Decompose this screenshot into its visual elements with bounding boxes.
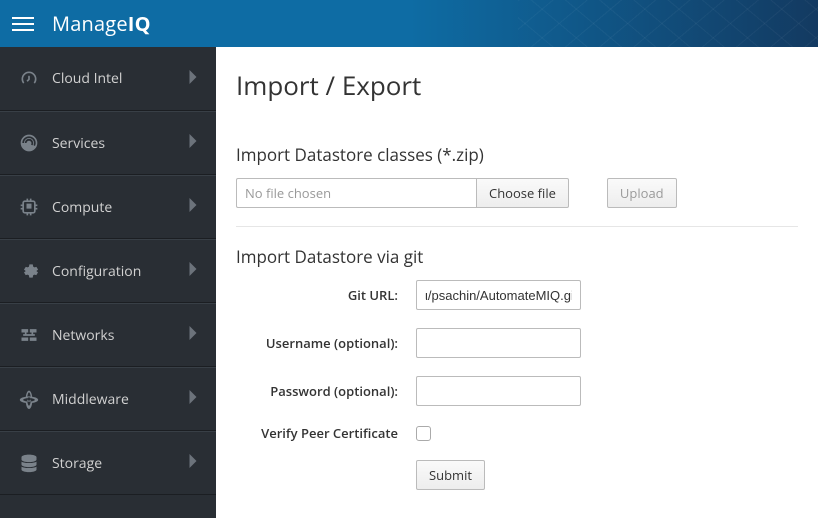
sidebar-item-label: Middleware bbox=[52, 390, 188, 409]
upload-button[interactable]: Upload bbox=[607, 178, 677, 208]
submit-button[interactable]: Submit bbox=[416, 460, 485, 490]
file-picker: No file chosen Choose file bbox=[236, 178, 569, 208]
main-content: Import / Export Import Datastore classes… bbox=[216, 47, 818, 518]
dashboard-icon bbox=[18, 68, 40, 90]
git-url-label: Git URL: bbox=[236, 286, 416, 304]
network-icon bbox=[18, 324, 40, 346]
sidebar-item-label: Cloud Intel bbox=[52, 69, 188, 88]
git-section-title: Import Datastore via git bbox=[236, 245, 798, 268]
git-url-input[interactable] bbox=[416, 280, 581, 310]
sidebar-item-cloud-intel[interactable]: Cloud Intel bbox=[0, 47, 216, 111]
menu-toggle-button[interactable] bbox=[12, 13, 34, 35]
sidebar-item-label: Configuration bbox=[52, 262, 188, 281]
chevron-right-icon bbox=[188, 390, 198, 408]
sidebar-item-configuration[interactable]: Configuration bbox=[0, 239, 216, 303]
zip-section-title: Import Datastore classes (*.zip) bbox=[236, 143, 798, 166]
choose-file-button[interactable]: Choose file bbox=[476, 178, 569, 208]
verify-label: Verify Peer Certificate bbox=[236, 424, 416, 442]
gear-icon bbox=[18, 260, 40, 282]
sidebar-item-compute[interactable]: Compute bbox=[0, 175, 216, 239]
username-input[interactable] bbox=[416, 328, 581, 358]
app-header: ManageIQ bbox=[0, 0, 818, 47]
sidebar-item-label: Networks bbox=[52, 326, 188, 345]
sidebar-item-label: Storage bbox=[52, 454, 188, 473]
password-input[interactable] bbox=[416, 376, 581, 406]
database-icon bbox=[18, 452, 40, 474]
sidebar: Cloud Intel Services Compute Configurati… bbox=[0, 47, 216, 518]
verify-peer-checkbox[interactable] bbox=[416, 426, 431, 441]
sidebar-item-label: Services bbox=[52, 134, 188, 153]
chevron-right-icon bbox=[188, 198, 198, 216]
brand-logo: ManageIQ bbox=[52, 10, 151, 37]
sidebar-item-label: Compute bbox=[52, 198, 188, 217]
sidebar-item-networks[interactable]: Networks bbox=[0, 303, 216, 367]
chevron-right-icon bbox=[188, 454, 198, 472]
sidebar-item-services[interactable]: Services bbox=[0, 111, 216, 175]
divider bbox=[236, 226, 798, 227]
chevron-right-icon bbox=[188, 262, 198, 280]
file-name-display: No file chosen bbox=[236, 178, 476, 208]
chevron-right-icon bbox=[188, 70, 198, 88]
sidebar-item-storage[interactable]: Storage bbox=[0, 431, 216, 495]
password-label: Password (optional): bbox=[236, 382, 416, 400]
chevron-right-icon bbox=[188, 134, 198, 152]
username-label: Username (optional): bbox=[236, 334, 416, 352]
orbit-icon bbox=[18, 132, 40, 154]
page-title: Import / Export bbox=[236, 67, 798, 103]
sidebar-item-middleware[interactable]: Middleware bbox=[0, 367, 216, 431]
atom-icon bbox=[18, 388, 40, 410]
chevron-right-icon bbox=[188, 326, 198, 344]
cpu-icon bbox=[18, 196, 40, 218]
